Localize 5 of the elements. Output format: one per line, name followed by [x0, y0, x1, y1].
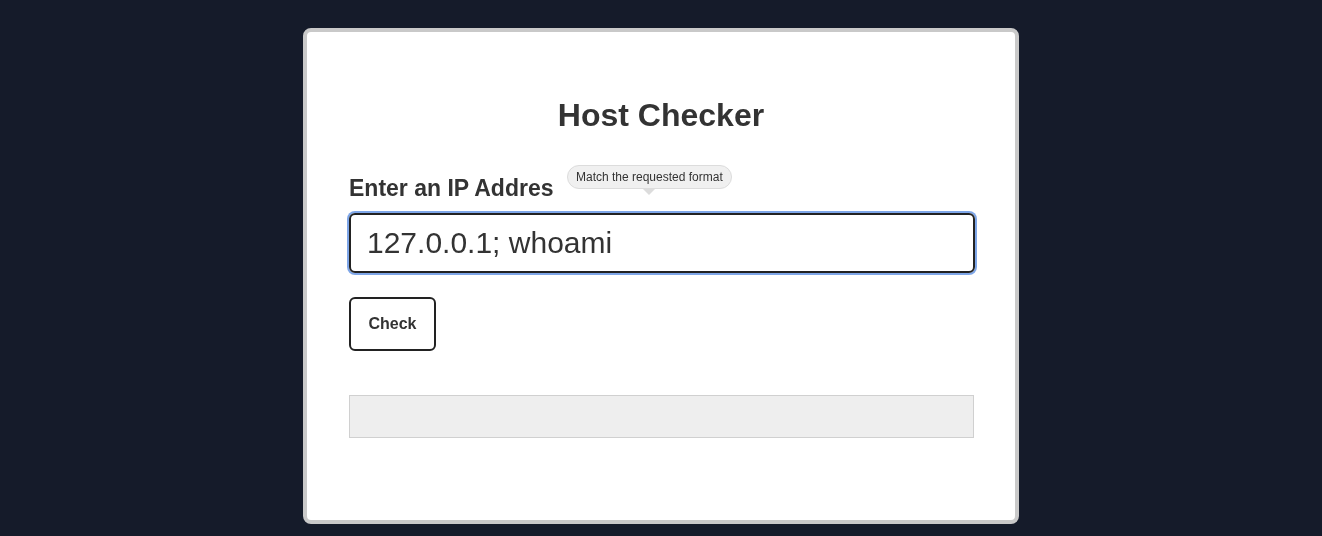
page-title: Host Checker	[557, 99, 765, 131]
field-label: Enter an IP Addres	[349, 177, 554, 200]
check-button[interactable]: Check	[349, 297, 436, 351]
tooltip: Match the requested format	[567, 165, 732, 195]
ip-address-field[interactable]: 127.0.0.1; whoami	[349, 213, 975, 273]
